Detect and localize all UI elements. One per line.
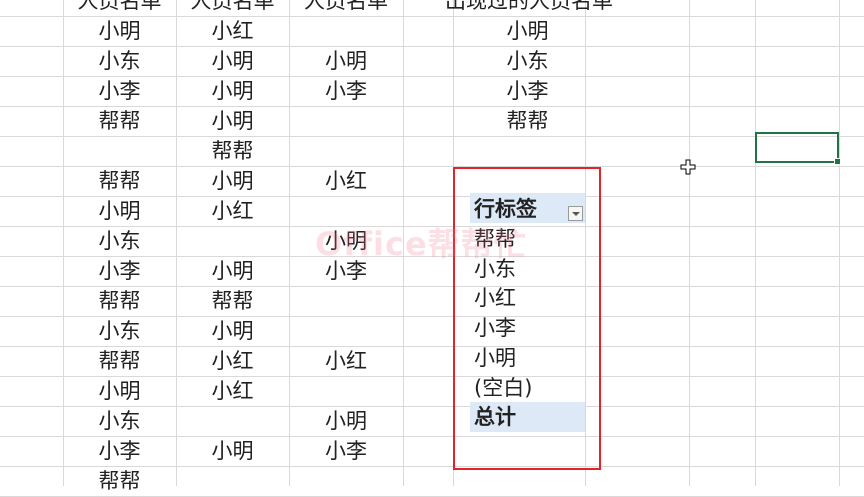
cell-col-c[interactable] bbox=[289, 106, 403, 136]
cell-col-a[interactable]: 帮帮 bbox=[63, 346, 176, 376]
cell-col-b[interactable]: 小明 bbox=[176, 436, 289, 466]
grid-column-line bbox=[689, 0, 690, 486]
grid-column-line bbox=[755, 0, 756, 486]
cell-col-b[interactable]: 小明 bbox=[176, 106, 289, 136]
cell-col-a[interactable]: 帮帮 bbox=[63, 106, 176, 136]
cell-col-a[interactable]: 小东 bbox=[63, 316, 176, 346]
cell-col-a[interactable]: 帮帮 bbox=[63, 166, 176, 196]
cell-col-a[interactable]: 小东 bbox=[63, 46, 176, 76]
cell-col-c[interactable] bbox=[289, 316, 403, 346]
cell-col-c[interactable] bbox=[289, 466, 403, 496]
cell-col-c[interactable]: 小李 bbox=[289, 436, 403, 466]
header-cell[interactable]: 人员名单 bbox=[176, 0, 289, 16]
grid-column-line bbox=[839, 0, 840, 486]
cell-col-e[interactable]: 帮帮 bbox=[470, 106, 585, 136]
cell-col-a[interactable]: 小李 bbox=[63, 436, 176, 466]
crosshair-cursor-icon bbox=[680, 159, 696, 175]
cell-col-b[interactable]: 小明 bbox=[176, 166, 289, 196]
cell-col-a[interactable]: 小东 bbox=[63, 226, 176, 256]
cell-col-e[interactable]: 小东 bbox=[470, 46, 585, 76]
cell-col-e[interactable]: 小李 bbox=[470, 76, 585, 106]
cell-col-b[interactable]: 小明 bbox=[176, 76, 289, 106]
cell-col-b[interactable]: 小红 bbox=[176, 376, 289, 406]
cell-col-c[interactable] bbox=[289, 286, 403, 316]
cell-col-b[interactable]: 小明 bbox=[176, 46, 289, 76]
selected-cell[interactable] bbox=[755, 132, 841, 165]
cell-col-a[interactable] bbox=[63, 136, 176, 166]
cell-col-a[interactable]: 帮帮 bbox=[63, 286, 176, 316]
cell-col-b[interactable]: 小红 bbox=[176, 346, 289, 376]
header-cell[interactable]: 出现过的人员名单 bbox=[403, 0, 655, 16]
header-cell[interactable]: 人员名单 bbox=[289, 0, 403, 16]
cell-col-c[interactable]: 小明 bbox=[289, 46, 403, 76]
cell-col-c[interactable]: 小红 bbox=[289, 166, 403, 196]
cell-col-a[interactable]: 小明 bbox=[63, 196, 176, 226]
cell-col-b[interactable]: 小明 bbox=[176, 256, 289, 286]
cell-col-e[interactable]: 小明 bbox=[470, 16, 585, 46]
cell-col-b[interactable] bbox=[176, 226, 289, 256]
cell-col-b[interactable] bbox=[176, 466, 289, 496]
cell-col-a[interactable]: 帮帮 bbox=[63, 466, 176, 496]
grid-column-line bbox=[403, 0, 404, 486]
header-cell[interactable]: 人员名单 bbox=[63, 0, 176, 16]
cell-col-c[interactable] bbox=[289, 376, 403, 406]
cell-col-a[interactable]: 小李 bbox=[63, 256, 176, 286]
spreadsheet-grid[interactable]: 人员名单 人员名单 人员名单 出现过的人员名单 小明 小红 小东 小明 小明 小李 小明 小李 帮帮 小明… bbox=[0, 0, 864, 497]
cell-col-c[interactable]: 小李 bbox=[289, 76, 403, 106]
cell-col-c[interactable]: 小明 bbox=[289, 226, 403, 256]
cell-col-c[interactable] bbox=[289, 196, 403, 226]
cell-col-b[interactable]: 小红 bbox=[176, 196, 289, 226]
cell-col-a[interactable]: 小明 bbox=[63, 16, 176, 46]
cell-col-c[interactable] bbox=[289, 136, 403, 166]
cell-col-a[interactable]: 小李 bbox=[63, 76, 176, 106]
cell-col-b[interactable]: 小明 bbox=[176, 316, 289, 346]
cell-col-b[interactable]: 帮帮 bbox=[176, 286, 289, 316]
cell-col-a[interactable]: 小东 bbox=[63, 406, 176, 436]
cell-col-b[interactable]: 小红 bbox=[176, 16, 289, 46]
dropdown-filter-icon[interactable] bbox=[568, 206, 583, 221]
cell-col-c[interactable]: 小红 bbox=[289, 346, 403, 376]
cell-col-b[interactable]: 帮帮 bbox=[176, 136, 289, 166]
cell-col-a[interactable]: 小明 bbox=[63, 376, 176, 406]
cell-col-c[interactable]: 小明 bbox=[289, 406, 403, 436]
cell-col-c[interactable]: 小李 bbox=[289, 256, 403, 286]
cell-col-b[interactable] bbox=[176, 406, 289, 436]
cell-col-c[interactable] bbox=[289, 16, 403, 46]
